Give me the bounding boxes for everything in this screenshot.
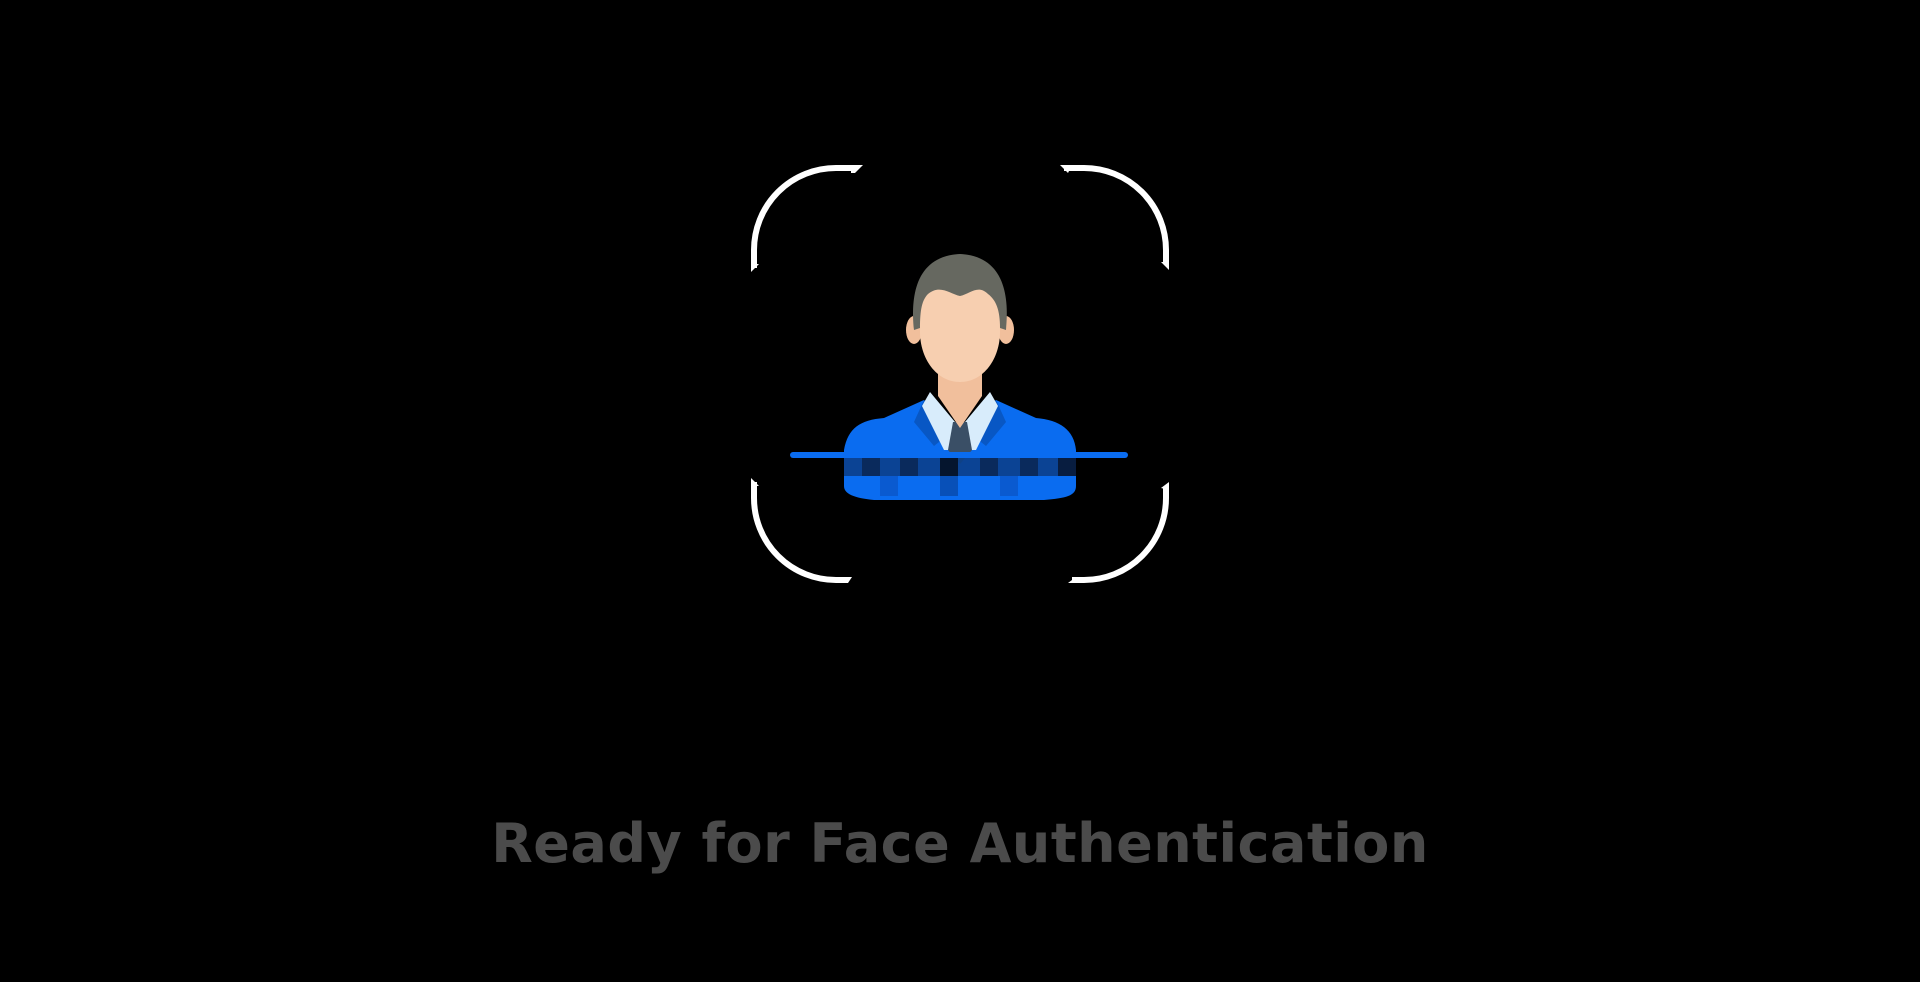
frame-corner-bottom-right: [1072, 488, 1169, 583]
scan-line: [790, 452, 1128, 458]
face-scanner: [744, 160, 1176, 592]
frame-corner-top-left: [751, 165, 856, 268]
frame-corner-top-right: [1064, 165, 1169, 264]
frame-corner-bottom-left: [751, 482, 848, 583]
face-scan-frame-icon: [751, 165, 1169, 583]
face-auth-status-text: Ready for Face Authentication: [491, 812, 1429, 875]
